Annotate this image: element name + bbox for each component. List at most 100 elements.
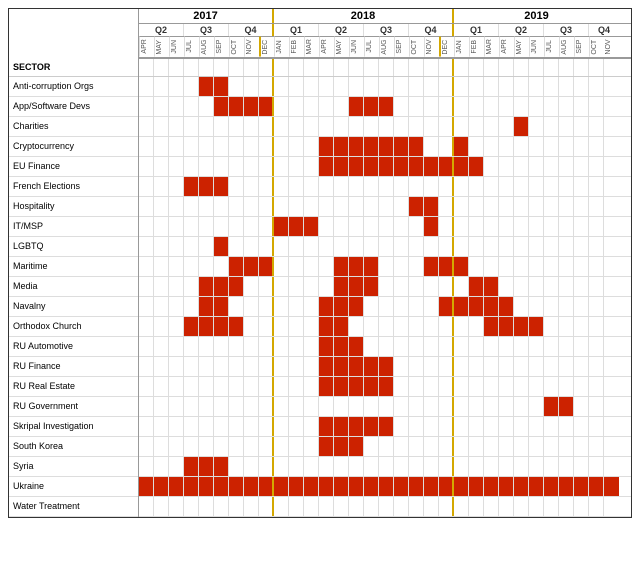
cell-13-21: [454, 337, 469, 356]
cell-8-9: [274, 237, 289, 256]
cell-7-26: [529, 217, 544, 236]
cell-18-19: [424, 437, 439, 456]
data-row-5: [139, 177, 631, 197]
cell-5-1: [154, 177, 169, 196]
sector-column-header: SECTOR: [9, 59, 138, 77]
cell-2-30: [589, 117, 604, 136]
cell-11-15: [364, 297, 379, 316]
cell-10-10: [289, 277, 304, 296]
cell-20-28: [559, 477, 574, 496]
cell-2-21: [454, 117, 469, 136]
cell-18-1: [154, 437, 169, 456]
cell-13-11: [304, 337, 319, 356]
month-label-11: MAR: [304, 37, 319, 57]
cell-0-11: [304, 77, 319, 96]
cell-19-27: [544, 457, 559, 476]
cell-11-9: [274, 297, 289, 316]
cell-20-15: [364, 477, 379, 496]
cell-18-22: [469, 437, 484, 456]
cell-10-1: [154, 277, 169, 296]
sector-label-18: South Korea: [9, 437, 138, 457]
cell-8-19: [424, 237, 439, 256]
cell-15-1: [154, 377, 169, 396]
cell-17-18: [409, 417, 424, 436]
month-label-27: JUL: [544, 37, 559, 57]
cell-1-8: [259, 97, 274, 116]
month-label-22: FEB: [469, 37, 484, 57]
cell-0-31: [604, 77, 619, 96]
cell-6-15: [364, 197, 379, 216]
cell-18-27: [544, 437, 559, 456]
cell-1-19: [424, 97, 439, 116]
cell-21-29: [574, 497, 589, 516]
header-cell-8: [259, 59, 274, 76]
cell-12-9: [274, 317, 289, 336]
cell-10-28: [559, 277, 574, 296]
cell-16-8: [259, 397, 274, 416]
cell-15-15: [364, 377, 379, 396]
cell-19-23: [484, 457, 499, 476]
cell-3-16: [379, 137, 394, 156]
cell-11-0: [139, 297, 154, 316]
cell-16-3: [184, 397, 199, 416]
cell-15-17: [394, 377, 409, 396]
cell-8-17: [394, 237, 409, 256]
data-row-10: [139, 277, 631, 297]
cell-15-20: [439, 377, 454, 396]
cell-3-12: [319, 137, 334, 156]
month-label-24: APR: [499, 37, 514, 57]
cell-15-8: [259, 377, 274, 396]
data-row-21: [139, 497, 631, 517]
cell-19-11: [304, 457, 319, 476]
quarter-label-10: Q4: [589, 24, 619, 36]
cell-0-22: [469, 77, 484, 96]
cell-19-7: [244, 457, 259, 476]
cell-13-15: [364, 337, 379, 356]
cell-0-5: [214, 77, 229, 96]
cell-12-12: [319, 317, 334, 336]
cell-7-20: [439, 217, 454, 236]
cell-2-10: [289, 117, 304, 136]
cell-14-1: [154, 357, 169, 376]
cell-16-18: [409, 397, 424, 416]
cell-0-9: [274, 77, 289, 96]
cell-14-7: [244, 357, 259, 376]
quarter-row: Q2Q3Q4Q1Q2Q3Q4Q1Q2Q3Q4: [139, 24, 631, 37]
cell-4-1: [154, 157, 169, 176]
quarter-label-2: Q4: [229, 24, 274, 36]
cell-17-23: [484, 417, 499, 436]
cell-7-8: [259, 217, 274, 236]
month-label-25: MAY: [514, 37, 529, 57]
cell-21-21: [454, 497, 469, 516]
header-cell-30: [589, 59, 604, 76]
cell-20-25: [514, 477, 529, 496]
cell-10-13: [334, 277, 349, 296]
cell-0-29: [574, 77, 589, 96]
cell-9-23: [484, 257, 499, 276]
cell-2-25: [514, 117, 529, 136]
data-row-12: [139, 317, 631, 337]
cell-20-29: [574, 477, 589, 496]
cell-3-30: [589, 137, 604, 156]
cell-21-22: [469, 497, 484, 516]
cell-0-23: [484, 77, 499, 96]
cell-14-16: [379, 357, 394, 376]
cell-1-15: [364, 97, 379, 116]
cell-19-8: [259, 457, 274, 476]
cell-11-5: [214, 297, 229, 316]
cell-7-0: [139, 217, 154, 236]
cell-5-26: [529, 177, 544, 196]
cell-10-5: [214, 277, 229, 296]
cell-9-9: [274, 257, 289, 276]
cell-8-30: [589, 237, 604, 256]
cell-9-29: [574, 257, 589, 276]
cell-16-28: [559, 397, 574, 416]
cell-16-1: [154, 397, 169, 416]
header-cell-2: [169, 59, 184, 76]
cell-20-13: [334, 477, 349, 496]
cell-19-16: [379, 457, 394, 476]
cell-0-20: [439, 77, 454, 96]
cell-14-18: [409, 357, 424, 376]
cell-21-11: [304, 497, 319, 516]
cell-21-26: [529, 497, 544, 516]
